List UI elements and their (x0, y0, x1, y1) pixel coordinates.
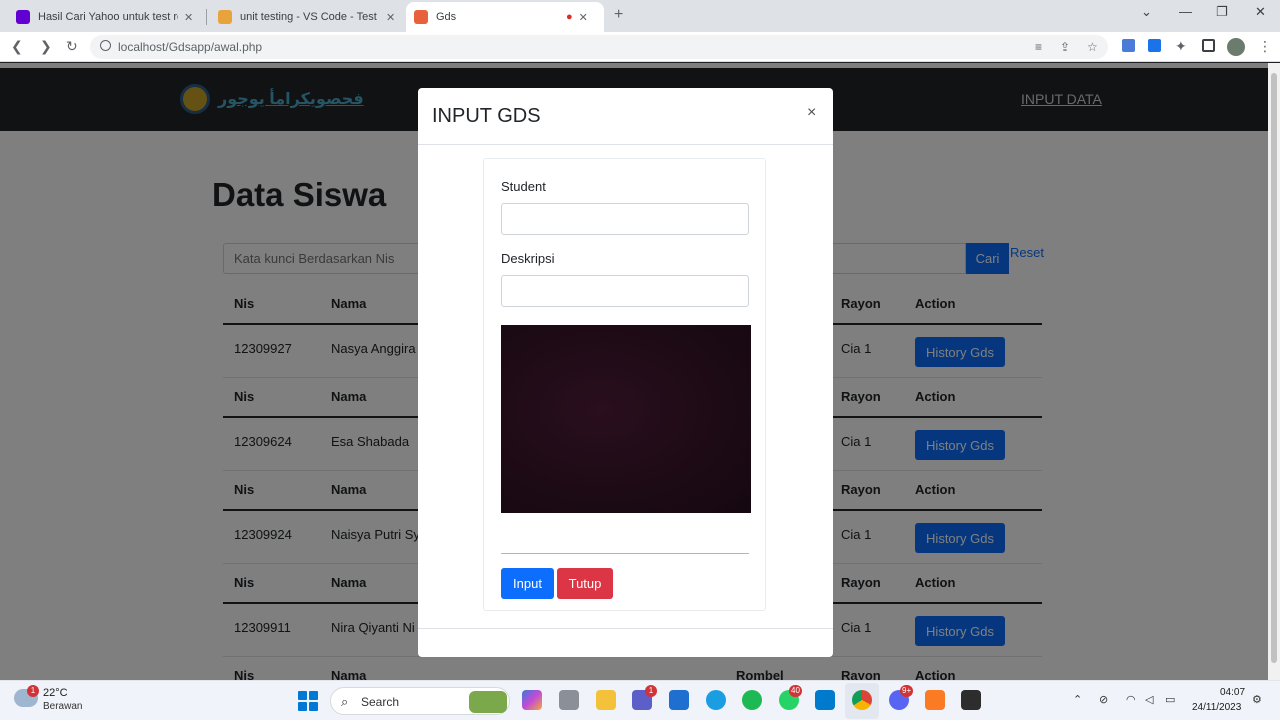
camera-preview (501, 325, 751, 513)
notification-icon[interactable]: ⚙ (1252, 693, 1262, 706)
windows-taskbar: 1 22°C Berawan ⌕ Search 1 40 9+ ⌃ ⊘ ◠ ◁ … (0, 680, 1280, 720)
copilot-icon[interactable] (522, 690, 542, 710)
deskripsi-field[interactable] (501, 275, 749, 307)
tab-favicon-icon (218, 10, 232, 24)
yahoo-favicon-icon (16, 10, 30, 24)
input-button[interactable]: Input (501, 568, 554, 599)
minimize-button[interactable]: — (1179, 4, 1192, 19)
taskbar-search[interactable]: ⌕ Search (330, 687, 510, 715)
tab-strip: Hasil Cari Yahoo untuk test resu ✕ unit … (0, 0, 1280, 32)
start-windows-icon[interactable] (298, 691, 318, 711)
weather-temperature[interactable]: 22°C (43, 687, 68, 699)
show-hidden-icons-chevron-icon[interactable]: ⌃ (1073, 693, 1082, 706)
search-highlight-icon (469, 691, 507, 713)
tab-gds-active[interactable]: Gds ● ✕ (406, 2, 604, 32)
modal-title: INPUT GDS (432, 105, 541, 127)
page-viewport: فحصويكرامأ يوجور INPUT DATA Data Siswa C… (0, 63, 1268, 680)
forward-arrow-icon[interactable]: ❯ (40, 38, 52, 55)
weather-condition[interactable]: Berawan (43, 701, 82, 712)
tab-title: Gds (436, 11, 457, 23)
input-gds-modal: INPUT GDS × Student Deskripsi Input Tutu… (418, 88, 833, 657)
address-bar[interactable]: localhost/Gdsapp/awal.php ≡ ⇪ ☆ (90, 35, 1108, 59)
modal-header: INPUT GDS × (418, 88, 833, 145)
taskbar-search-label: Search (361, 695, 400, 709)
tab-vscode-unit-testing[interactable]: unit testing - VS Code - Test Exp ✕ (210, 2, 406, 32)
recording-indicator-icon: ● (566, 11, 573, 23)
tutup-button[interactable]: Tutup (557, 568, 613, 599)
whatsapp-badge: 40 (789, 685, 802, 697)
battery-icon[interactable]: ▭ (1165, 693, 1175, 706)
tab-title: unit testing - VS Code - Test Exp (240, 11, 380, 23)
site-info-icon[interactable] (100, 40, 111, 51)
discord-badge: 9+ (900, 685, 914, 697)
file-explorer-icon[interactable] (596, 690, 616, 710)
volume-icon[interactable]: ◁ (1145, 693, 1153, 706)
wifi-icon[interactable]: ◠ (1126, 693, 1136, 706)
back-arrow-icon[interactable]: ❮ (11, 38, 23, 55)
gds-favicon-icon (414, 10, 428, 24)
new-tab-button[interactable]: + (614, 6, 623, 24)
share-icon[interactable]: ⇪ (1060, 40, 1070, 54)
side-panel-icon[interactable] (1202, 39, 1215, 52)
tab-close-icon[interactable]: ✕ (579, 11, 588, 24)
modal-close-icon[interactable]: × (807, 104, 816, 122)
clock-time[interactable]: 04:07 (1220, 687, 1245, 698)
tab-close-icon[interactable]: ✕ (184, 11, 193, 24)
clock-date[interactable]: 24/11/2023 (1192, 702, 1241, 713)
page-scrollbar[interactable] (1268, 63, 1280, 680)
extensions-puzzle-icon[interactable]: ✦ (1175, 38, 1187, 55)
address-url[interactable]: localhost/Gdsapp/awal.php (118, 40, 262, 54)
task-view-icon[interactable] (559, 690, 579, 710)
tab-search-icon[interactable]: ⌄ (1141, 4, 1152, 20)
microsoft-store-icon[interactable] (669, 690, 689, 710)
browser-toolbar: ❮ ❯ ↻ localhost/Gdsapp/awal.php ≡ ⇪ ☆ ✦ … (0, 32, 1280, 62)
deskripsi-label: Deskripsi (501, 251, 555, 266)
xampp-icon[interactable] (925, 690, 945, 710)
terminal-icon[interactable] (961, 690, 981, 710)
student-label: Student (501, 179, 546, 194)
network-off-icon[interactable]: ⊘ (1099, 693, 1108, 706)
spotify-icon[interactable] (742, 690, 762, 710)
reload-icon[interactable]: ↻ (66, 38, 78, 55)
chrome-icon[interactable] (852, 690, 872, 710)
tab-close-icon[interactable]: ✕ (386, 11, 395, 24)
tab-yahoo-search[interactable]: Hasil Cari Yahoo untuk test resu ✕ (8, 2, 206, 32)
gds-form: Student Deskripsi Input Tutup (483, 158, 766, 611)
search-icon: ⌕ (341, 694, 349, 709)
extension-translate-icon[interactable] (1122, 39, 1135, 52)
form-divider (501, 553, 749, 554)
vscode-icon[interactable] (815, 690, 835, 710)
profile-avatar[interactable] (1227, 38, 1245, 56)
weather-badge: 1 (27, 685, 39, 697)
modal-footer-divider (418, 628, 833, 629)
scrollbar-thumb[interactable] (1271, 73, 1277, 663)
tab-title: Hasil Cari Yahoo untuk test resu (38, 11, 178, 23)
tab-separator (206, 9, 207, 25)
browser-menu-icon[interactable]: ⋮ (1258, 38, 1272, 55)
student-field[interactable] (501, 203, 749, 235)
restore-button[interactable]: ❐ (1216, 4, 1228, 20)
teams-badge: 1 (645, 685, 657, 697)
media-icon[interactable]: ≡ (1035, 40, 1042, 54)
extension-icon[interactable] (1148, 39, 1161, 52)
edge-icon[interactable] (706, 690, 726, 710)
bookmark-star-icon[interactable]: ☆ (1087, 40, 1098, 54)
close-window-button[interactable]: ✕ (1255, 4, 1266, 20)
